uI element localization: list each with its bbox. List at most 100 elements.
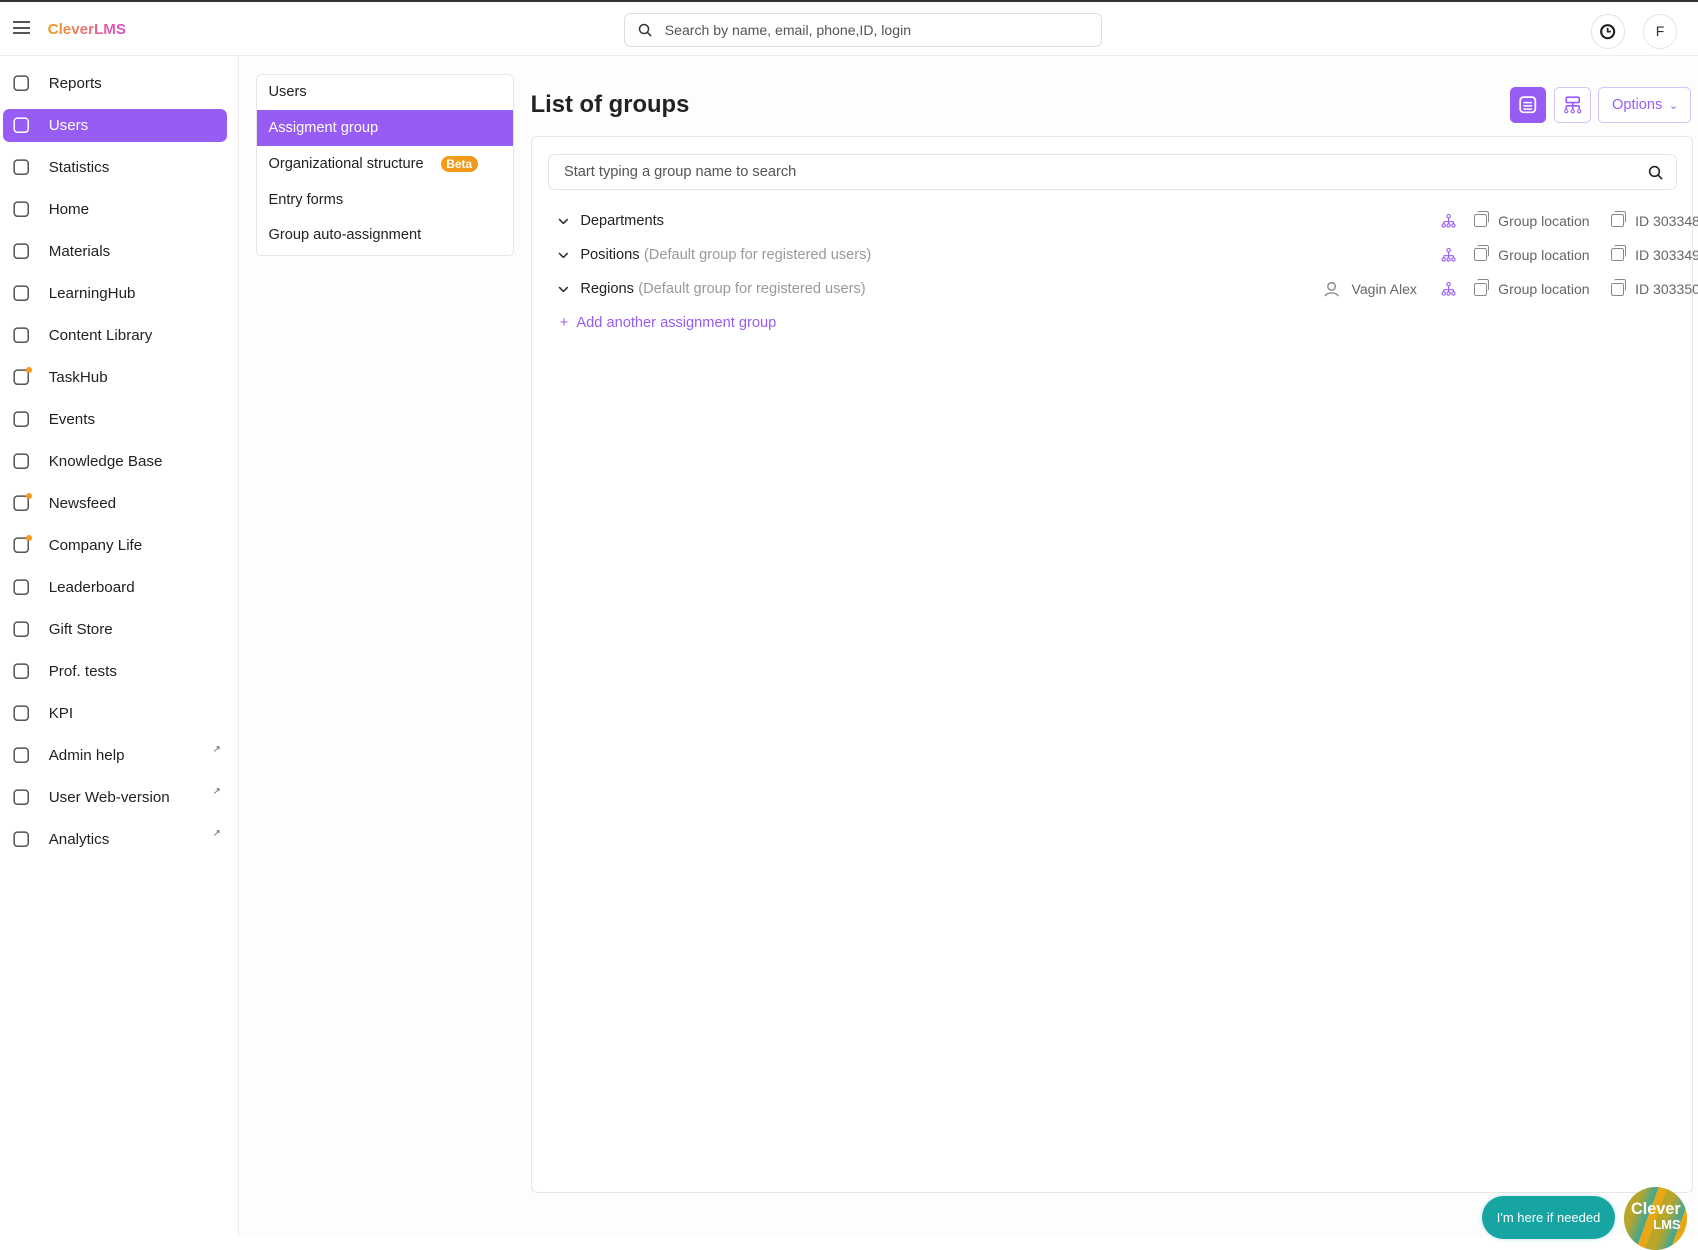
org-tree-icon[interactable] [1441, 247, 1456, 262]
submenu-label: Users [268, 84, 307, 101]
submenu-label: Entry forms [268, 191, 344, 208]
group-meta: Group location ID 303349 [1441, 245, 1698, 263]
play-icon [12, 534, 33, 555]
copy-icon[interactable] [1474, 279, 1490, 296]
sidebar-item-label: Statistics [48, 158, 110, 176]
page-title: List of groups [530, 90, 690, 118]
group-name: Regions [580, 281, 634, 298]
sidebar-item-label: Users [48, 116, 89, 134]
groups-panel: Departments Group location ID 303348 Pos… [530, 136, 1698, 1194]
group-location[interactable]: Group location [1498, 281, 1589, 297]
submenu-entry-forms[interactable]: Entry forms [257, 182, 514, 218]
sidebar-item-newsfeed[interactable]: Newsfeed [3, 487, 227, 519]
submenu-label: Organizational structure [268, 155, 424, 172]
submenu-users[interactable]: Users [257, 75, 514, 111]
sidebar-item-learninghub[interactable]: LearningHub [3, 277, 227, 309]
group-id: ID 303349 [1635, 246, 1698, 263]
sidebar-item-label: Reports [48, 74, 102, 92]
add-label: Add another assignment group [576, 315, 777, 332]
copy-icon[interactable] [1611, 245, 1627, 262]
info-icon [12, 452, 31, 471]
global-search[interactable] [623, 12, 1103, 48]
group-location[interactable]: Group location [1498, 247, 1589, 263]
sidebar-item-statistics[interactable]: Statistics [3, 151, 227, 183]
group-location[interactable]: Group location [1498, 213, 1589, 229]
sidebar-item-label: Materials [48, 242, 111, 260]
group-search[interactable] [547, 153, 1678, 191]
copy-icon[interactable] [1611, 210, 1627, 228]
sidebar-item-label: Newsfeed [48, 495, 117, 513]
sidebar-item-analytics[interactable]: Analytics ↗ [3, 823, 227, 855]
sidebar-item-label: Admin help [48, 747, 125, 765]
group-note: (Default group for registered users) [638, 281, 866, 298]
chart-icon [12, 158, 31, 177]
sidebar-item-users[interactable]: Users [3, 109, 228, 142]
list-view-icon [1519, 96, 1537, 114]
copy-icon[interactable] [1474, 210, 1490, 228]
chat-icon [12, 492, 33, 513]
logo[interactable]: CleverLMS [48, 21, 126, 38]
sidebar-item-label: LearningHub [48, 284, 136, 302]
sidebar-item-events[interactable]: Events [3, 403, 227, 435]
group-meta: Vagin Alex Group location ID 303350 [1324, 279, 1698, 298]
sidebar-item-label: Gift Store [48, 621, 113, 639]
history-icon [1600, 23, 1616, 39]
submenu-group-auto-assignment[interactable]: Group auto-assignment [257, 218, 514, 254]
group-name: Positions [580, 246, 640, 263]
external-link-icon: ↗ [212, 827, 221, 839]
avatar[interactable]: F [1642, 13, 1678, 49]
help-chat-button[interactable]: I'm here if needed [1482, 1195, 1615, 1239]
sidebar-item-content-library[interactable]: Content Library [3, 319, 227, 351]
group-search-input[interactable] [561, 163, 1649, 182]
copy-icon[interactable] [1474, 245, 1490, 262]
sidebar-item-label: Home [48, 200, 90, 218]
group-row[interactable]: Departments Group location ID 303348 [558, 209, 1698, 233]
sidebar-item-reports[interactable]: Reports [3, 67, 227, 99]
sidebar-item-label: Company Life [48, 537, 143, 555]
group-meta: Group location ID 303348 [1441, 210, 1698, 229]
sidebar-item-taskhub[interactable]: TaskHub [3, 361, 227, 393]
users-submenu: Users Assigment group Organizational str… [255, 73, 515, 256]
sidebar-item-admin-help[interactable]: Admin help ↗ [3, 739, 227, 771]
chevron-down-icon[interactable] [558, 252, 571, 259]
org-tree-icon[interactable] [1441, 213, 1456, 228]
global-search-input[interactable] [662, 21, 1102, 40]
sidebar-item-company-life[interactable]: Company Life [3, 529, 227, 561]
group-row[interactable]: Regions (Default group for registered us… [558, 277, 1698, 301]
home-icon [12, 200, 31, 219]
org-tree-icon[interactable] [1441, 281, 1456, 297]
history-button[interactable] [1590, 13, 1626, 49]
user-check-icon [12, 662, 31, 681]
sidebar-item-kpi[interactable]: KPI [3, 697, 227, 729]
sidebar-item-prof-tests[interactable]: Prof. tests [3, 655, 227, 687]
star-icon [12, 746, 31, 765]
top-bar: CleverLMS F [0, 0, 1698, 57]
tree-view-button[interactable] [1553, 86, 1591, 124]
group-name: Departments [580, 212, 664, 229]
clever-lms-widget[interactable]: Clever LMS [1624, 1186, 1688, 1250]
menu-icon[interactable] [12, 21, 31, 35]
add-assignment-group-button[interactable]: + Add another assignment group [560, 315, 776, 331]
search-icon [638, 23, 652, 37]
external-link-icon [12, 830, 31, 849]
group-row[interactable]: Positions (Default group for registered … [558, 243, 1698, 267]
sidebar-item-gift-store[interactable]: Gift Store [3, 613, 227, 645]
chevron-down-icon[interactable] [558, 218, 571, 225]
chevron-down-icon[interactable] [558, 286, 571, 293]
sidebar-item-knowledge-base[interactable]: Knowledge Base [3, 445, 227, 477]
list-view-button[interactable] [1509, 86, 1547, 124]
trophy-icon [12, 578, 31, 597]
sidebar-item-materials[interactable]: Materials [3, 235, 227, 267]
sidebar-item-leaderboard[interactable]: Leaderboard [3, 571, 227, 603]
submenu-assignment-group[interactable]: Assigment group [256, 110, 514, 147]
sidebar-item-label: TaskHub [48, 368, 108, 386]
user-icon [1324, 281, 1340, 297]
sidebar-item-user-web-version[interactable]: User Web-version ↗ [3, 781, 227, 813]
sidebar-item-label: Events [48, 410, 96, 428]
submenu-organizational-structure[interactable]: Organizational structure Beta [257, 146, 514, 182]
copy-icon[interactable] [1611, 279, 1627, 296]
search-icon[interactable] [1648, 165, 1663, 180]
sidebar-item-home[interactable]: Home [3, 193, 227, 225]
group-owner: Vagin Alex [1351, 281, 1417, 298]
options-dropdown[interactable]: Options ⌄ [1598, 86, 1692, 124]
